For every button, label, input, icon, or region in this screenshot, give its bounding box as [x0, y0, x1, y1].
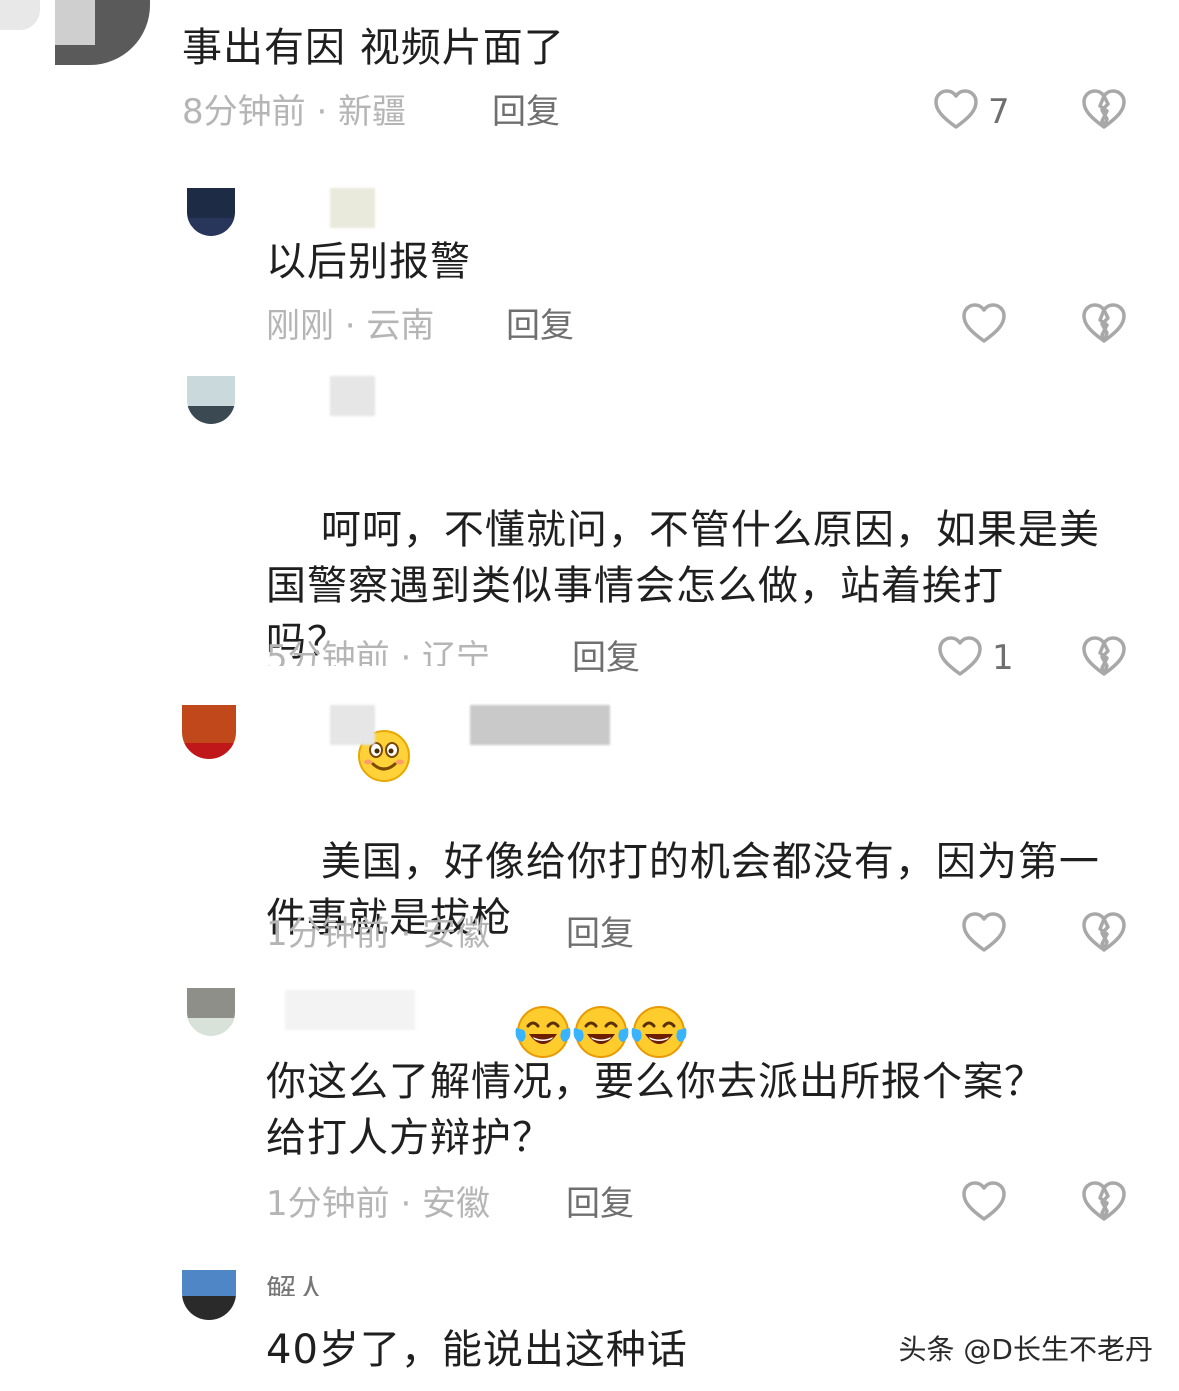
like-count: 7 — [988, 92, 1010, 132]
reply-button[interactable]: 回复 — [572, 636, 640, 680]
comment-time-location: 5分钟前 · 辽宁 — [266, 638, 491, 666]
username-blurred[interactable] — [330, 376, 375, 416]
avatar[interactable] — [187, 376, 235, 424]
watermark: 头条 @D长生不老丹 — [898, 1333, 1153, 1366]
reply-button[interactable]: 回复 — [506, 304, 574, 348]
comment-time-location: 8分钟前 · 新疆 — [182, 92, 407, 132]
avatar[interactable] — [182, 1270, 236, 1320]
tears-of-joy-emoji-icon — [628, 892, 687, 1058]
heart-outline-icon[interactable] — [932, 86, 980, 134]
avatar[interactable] — [187, 988, 235, 1036]
avatar[interactable] — [182, 705, 236, 759]
reply-button[interactable]: 回复 — [566, 912, 634, 956]
heart-outline-icon[interactable] — [960, 300, 1008, 348]
comment-time-location: 1分钟前 · 安徽 — [266, 1184, 491, 1224]
tears-of-joy-emoji-icon — [512, 892, 571, 1058]
heart-outline-icon[interactable] — [960, 1178, 1008, 1226]
broken-heart-icon[interactable] — [1080, 633, 1128, 681]
comment-text: 你这么了解情况，要么你去派出所报个案？ 给打人方辩护？ — [266, 1059, 1045, 1161]
reply-button[interactable]: 回复 — [566, 1182, 634, 1226]
comment-text: 呵呵，不懂就问，不管什么原因，如果是美 国警察遇到类似事情会怎么做，站着挨打 吗… — [266, 446, 1100, 782]
comment-text: 以后别报警 — [266, 239, 471, 285]
comment-time-location: 刚刚 · 云南 — [266, 306, 435, 346]
comment-time-location: 1分钟前 · 安徽 — [266, 914, 491, 954]
avatar[interactable] — [187, 188, 235, 236]
broken-heart-icon[interactable] — [1080, 1178, 1128, 1226]
broken-heart-icon[interactable] — [1080, 300, 1128, 348]
like-count: 1 — [992, 638, 1014, 678]
broken-heart-icon[interactable] — [1080, 86, 1128, 134]
heart-outline-icon[interactable] — [960, 909, 1008, 957]
comment-text: 事出有因 视频片面了 — [182, 25, 565, 71]
reply-button[interactable]: 回复 — [492, 90, 560, 134]
avatar-top-partial[interactable] — [0, 0, 160, 70]
user-badge-blurred — [470, 705, 610, 745]
username-blurred[interactable] — [285, 990, 415, 1030]
username-blurred[interactable] — [330, 705, 375, 745]
comment-text: 美国，好像给你打的机会都没有，因为第一 件事就是拔枪 — [266, 778, 1100, 1058]
username-blurred[interactable] — [330, 188, 375, 228]
comment-text: 40岁了，能说出这种话 — [266, 1327, 688, 1370]
username[interactable]: 解人 — [266, 1276, 326, 1296]
heart-outline-icon[interactable] — [936, 633, 984, 681]
broken-heart-icon[interactable] — [1080, 909, 1128, 957]
